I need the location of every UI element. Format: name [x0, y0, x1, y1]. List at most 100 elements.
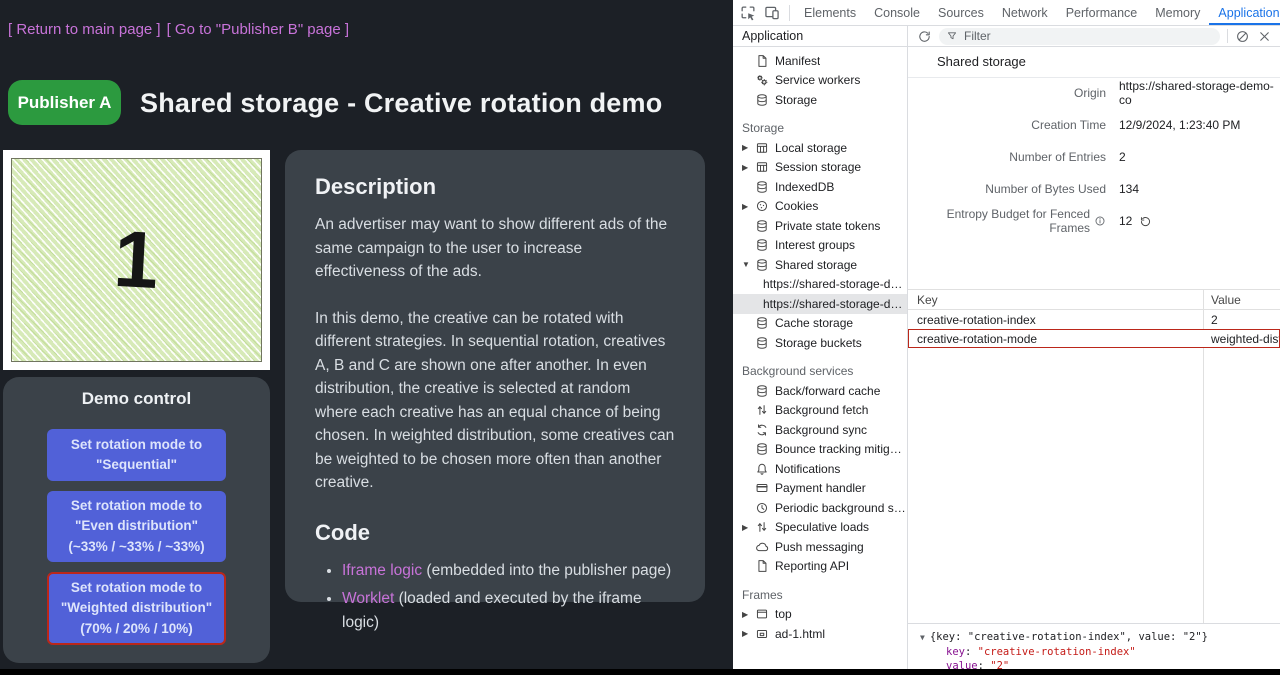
database-icon [755, 442, 769, 456]
storage-key: creative-rotation-mode [908, 332, 1203, 346]
rotation-button-weighted-distribution[interactable]: Set rotation mode to "Weighted distribut… [47, 572, 226, 645]
delete-icon[interactable] [1257, 29, 1272, 44]
code-link[interactable]: Worklet [342, 590, 394, 607]
application-sidebar-tree: Manifest Service workers Storage Storage… [733, 47, 908, 669]
expand-arrow-icon[interactable]: ▶ [740, 629, 755, 638]
rotation-button-even-distribution[interactable]: Set rotation mode to "Even distribution"… [47, 491, 226, 562]
service-workers-icon [755, 73, 769, 87]
device-toolbar-icon[interactable] [763, 4, 781, 22]
description-paragraph-1: An advertiser may want to show different… [315, 213, 675, 284]
publisher-page: [ Return to main page ] [ Go to "Publishe… [0, 0, 733, 669]
divider [789, 5, 790, 21]
field-row: Origin https://shared-storage-demo-co [908, 77, 1280, 109]
tab-network[interactable]: Network [993, 1, 1057, 25]
storage-row[interactable]: creative-rotation-mode weighted-distribu… [908, 329, 1280, 348]
nav-link-return-to-main-page[interactable]: [ Return to main page ] [8, 21, 161, 38]
tree-item-label: Speculative loads [775, 520, 869, 534]
creative-number: 1 [112, 219, 161, 301]
tree-item-service-workers[interactable]: Service workers [733, 71, 907, 91]
frame-icon [755, 607, 769, 621]
code-item-worklet: Worklet (loaded and executed by the ifra… [342, 587, 675, 634]
database-icon [755, 93, 769, 107]
expand-arrow-icon[interactable]: ▶ [740, 523, 755, 532]
inspect-element-icon[interactable] [739, 4, 757, 22]
expand-arrow-icon[interactable]: ▼ [920, 633, 925, 642]
tree-item-interest-groups[interactable]: Interest groups [733, 236, 907, 256]
info-icon[interactable] [1094, 215, 1106, 227]
tree-item-notifications[interactable]: Notifications [733, 459, 907, 479]
tab-sources[interactable]: Sources [929, 1, 993, 25]
devtools-tab-strip: ElementsConsoleSourcesNetworkPerformance… [733, 0, 1280, 26]
rotation-button-sequential[interactable]: Set rotation mode to "Sequential" [47, 429, 226, 481]
devtools-second-row: Application [733, 26, 1280, 47]
tab-application[interactable]: Application [1209, 1, 1280, 25]
tab-performance[interactable]: Performance [1057, 1, 1147, 25]
tree-item-label: Reporting API [775, 559, 849, 573]
tree-item-back-forward-cache[interactable]: Back/forward cache [733, 381, 907, 401]
code-item-text: (embedded into the publisher page) [422, 562, 671, 579]
tree-item-cookies[interactable]: ▶ Cookies [733, 197, 907, 217]
updown-icon [755, 520, 769, 534]
nav-link-go-to-publisher-b[interactable]: [ Go to "Publisher B" page ] [167, 21, 349, 38]
ad-creative-frame[interactable]: 1 [3, 150, 270, 370]
description-paragraph-2: In this demo, the creative can be rotate… [315, 307, 675, 495]
tree-item-push-messaging[interactable]: Push messaging [733, 537, 907, 557]
filter-box[interactable] [939, 28, 1220, 45]
tab-elements[interactable]: Elements [795, 1, 865, 25]
tree-item-shared-storage[interactable]: ▼ Shared storage [733, 255, 907, 275]
tree-item-periodic-background-s[interactable]: Periodic background s… [733, 498, 907, 518]
tree-item-background-fetch[interactable]: Background fetch [733, 401, 907, 421]
table-icon [755, 141, 769, 155]
storage-row[interactable]: creative-rotation-index 2 [908, 310, 1280, 329]
tree-item-background-sync[interactable]: Background sync [733, 420, 907, 440]
code-list: Iframe logic (embedded into the publishe… [315, 559, 675, 634]
view-title: Shared storage [937, 54, 1026, 69]
tree-item-frames: Frames [733, 585, 907, 605]
tree-item-bounce-tracking-mitiga[interactable]: Bounce tracking mitiga… [733, 440, 907, 460]
publisher-a-badge: Publisher A [8, 80, 121, 125]
tree-item-private-state-tokens[interactable]: Private state tokens [733, 216, 907, 236]
tree-item-reporting-api[interactable]: Reporting API [733, 557, 907, 577]
tree-item-https-shared-storage-d[interactable]: https://shared-storage-d… [733, 275, 907, 295]
tree-item-label: Cache storage [775, 316, 853, 330]
refresh-icon[interactable] [917, 29, 932, 44]
tree-item-speculative-loads[interactable]: ▶ Speculative loads [733, 518, 907, 538]
tree-item-label: Service workers [775, 73, 860, 87]
updown-icon [755, 403, 769, 417]
expand-arrow-icon[interactable]: ▶ [740, 202, 755, 211]
database-icon [755, 258, 769, 272]
tab-console[interactable]: Console [865, 1, 929, 25]
code-item-iframe-logic: Iframe logic (embedded into the publishe… [342, 559, 675, 582]
filter-input[interactable] [962, 28, 1213, 44]
tree-item-manifest[interactable]: Manifest [733, 51, 907, 71]
iframe-icon [755, 627, 769, 641]
tree-item-label: Background services [742, 364, 853, 378]
tree-item-storage-buckets[interactable]: Storage buckets [733, 333, 907, 353]
table-icon [755, 160, 769, 174]
expand-arrow-icon[interactable]: ▶ [740, 143, 755, 152]
cloud-icon [755, 540, 769, 554]
tree-item-top[interactable]: ▶ top [733, 605, 907, 625]
tree-item-ad-1-html[interactable]: ▶ ad-1.html [733, 624, 907, 644]
tree-item-label: Background sync [775, 423, 867, 437]
expand-arrow-icon[interactable]: ▶ [740, 163, 755, 172]
clear-icon[interactable] [1235, 29, 1250, 44]
database-icon [755, 336, 769, 350]
sidebar-panel-title: Application [733, 26, 908, 47]
expand-arrow-icon[interactable]: ▶ [740, 610, 755, 619]
expand-arrow-icon[interactable]: ▼ [740, 260, 755, 269]
description-panel: Description An advertiser may want to sh… [285, 150, 705, 602]
tree-item-payment-handler[interactable]: Payment handler [733, 479, 907, 499]
ad-creative: 1 [11, 158, 262, 362]
code-link[interactable]: Iframe logic [342, 562, 422, 579]
tree-item-session-storage[interactable]: ▶ Session storage [733, 158, 907, 178]
tree-item-label: Background fetch [775, 403, 868, 417]
tab-memory[interactable]: Memory [1146, 1, 1209, 25]
tree-item-local-storage[interactable]: ▶ Local storage [733, 138, 907, 158]
reset-icon[interactable] [1139, 215, 1152, 228]
description-heading: Description [315, 174, 675, 200]
tree-item-indexeddb[interactable]: IndexedDB [733, 177, 907, 197]
tree-item-cache-storage[interactable]: Cache storage [733, 314, 907, 334]
tree-item-https-shared-storage-d[interactable]: https://shared-storage-d… [733, 294, 907, 314]
tree-item-storage[interactable]: Storage [733, 90, 907, 110]
